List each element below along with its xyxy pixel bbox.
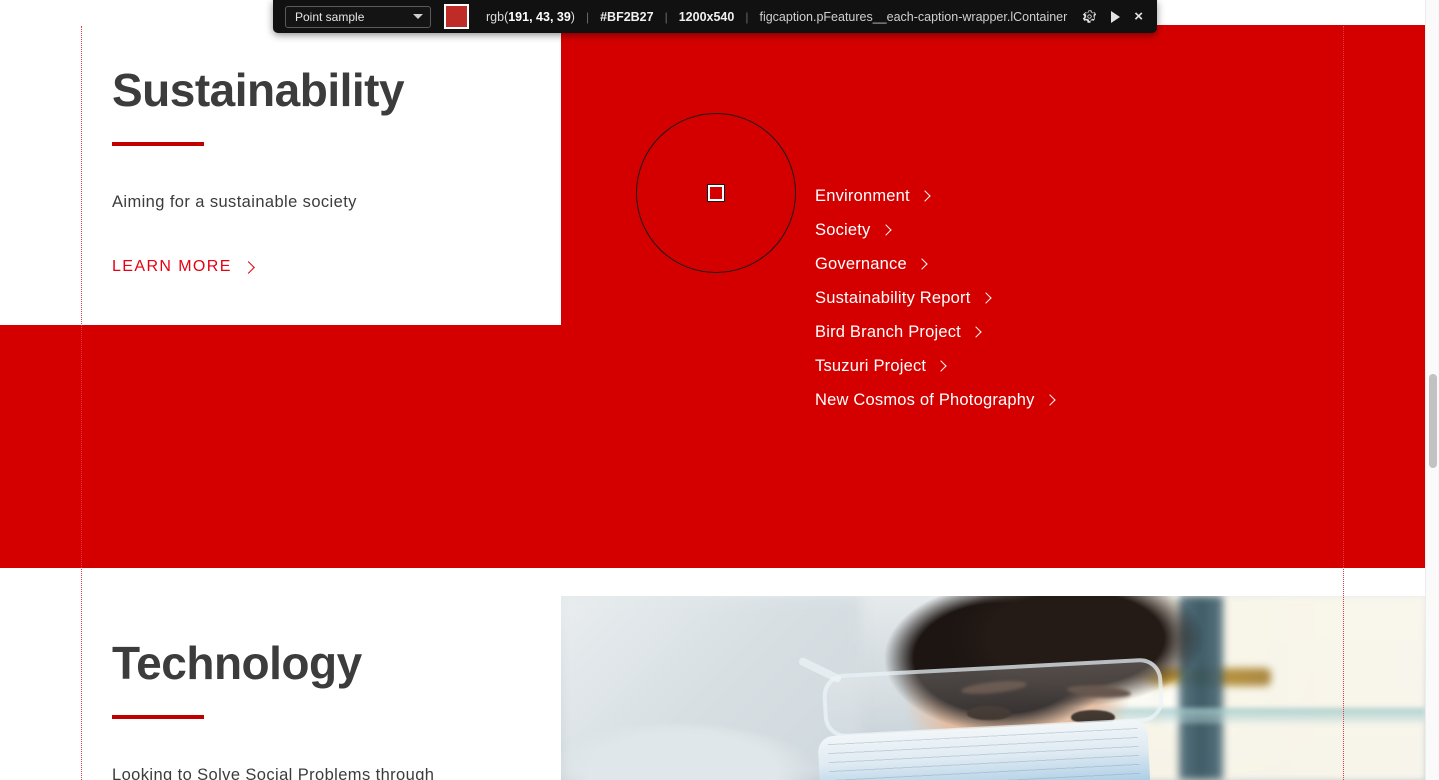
link-label: Society bbox=[815, 221, 871, 239]
scrollbar-thumb[interactable] bbox=[1429, 374, 1437, 468]
screenshot-root: Sustainability Aiming for a sustainable … bbox=[0, 0, 1439, 780]
list-item: Tsuzuri Project bbox=[815, 355, 1054, 377]
sample-mode-dropdown[interactable]: Point sample bbox=[285, 5, 431, 28]
rgb-numbers: 191, 43, 39 bbox=[508, 9, 571, 24]
title-underline-rule bbox=[112, 714, 204, 719]
eyedropper-magnifier-cursor bbox=[636, 113, 796, 273]
chevron-right-icon bbox=[919, 190, 931, 202]
list-item: Environment bbox=[815, 185, 1054, 207]
sustainability-lead-text: Aiming for a sustainable society bbox=[112, 192, 357, 211]
hex-value-readout[interactable]: #BF2B27 bbox=[600, 10, 654, 24]
link-label: Governance bbox=[815, 255, 907, 273]
sustainability-link-list: Environment Society Governance Sustainab… bbox=[815, 185, 1056, 423]
technology-section: Technology Looking to Solve Social Probl… bbox=[0, 568, 1425, 780]
sidebar-link-tsuzuri-project[interactable]: Tsuzuri Project bbox=[815, 355, 947, 377]
chevron-right-icon bbox=[979, 292, 992, 304]
sidebar-link-governance[interactable]: Governance bbox=[815, 253, 928, 275]
play-icon[interactable] bbox=[1111, 10, 1121, 23]
separator: | bbox=[585, 9, 590, 24]
sustainability-section: Sustainability Aiming for a sustainable … bbox=[0, 25, 1425, 568]
page-scrollbar[interactable] bbox=[1425, 0, 1439, 780]
separator: | bbox=[745, 9, 749, 24]
toolbar-actions: × bbox=[1082, 9, 1147, 24]
chevron-right-icon bbox=[935, 360, 947, 372]
chevron-right-icon bbox=[879, 224, 892, 236]
sidebar-link-sustainability-report[interactable]: Sustainability Report bbox=[815, 287, 992, 309]
list-item: New Cosmos of Photography bbox=[815, 389, 1056, 411]
title-underline-rule bbox=[112, 141, 204, 146]
gear-icon[interactable] bbox=[1082, 9, 1097, 24]
element-selector-readout: figcaption.pFeatures__each-caption-wrapp… bbox=[759, 9, 1068, 24]
browser-viewport: Sustainability Aiming for a sustainable … bbox=[0, 0, 1425, 780]
color-sample-point bbox=[707, 184, 725, 202]
sidebar-link-new-cosmos-of-photography[interactable]: New Cosmos of Photography bbox=[815, 389, 1056, 411]
link-label: Tsuzuri Project bbox=[815, 357, 927, 375]
rgb-value-readout[interactable]: rgb(191, 43, 39) bbox=[486, 10, 575, 24]
technology-lead-text: Looking to Solve Social Problems through bbox=[112, 765, 435, 780]
chevron-right-icon bbox=[970, 326, 982, 338]
technology-hero-image bbox=[561, 596, 1425, 780]
list-item: Society bbox=[815, 219, 1054, 241]
sustainability-caption-card: Sustainability Aiming for a sustainable … bbox=[0, 25, 561, 325]
technology-card-inner: Technology Looking to Solve Social Probl… bbox=[112, 638, 542, 780]
chevron-right-icon bbox=[916, 258, 928, 270]
sidebar-link-society[interactable]: Society bbox=[815, 219, 892, 241]
link-label: New Cosmos of Photography bbox=[815, 391, 1035, 409]
list-item: Governance bbox=[815, 253, 1054, 275]
chevron-down-icon bbox=[413, 14, 423, 19]
sustainability-card-inner: Sustainability Aiming for a sustainable … bbox=[112, 65, 542, 276]
color-picker-toolbar: Point sample rgb(191, 43, 39) | #BF2B27 … bbox=[273, 0, 1157, 33]
sidebar-link-bird-branch-project[interactable]: Bird Branch Project bbox=[815, 321, 982, 343]
sample-mode-label: Point sample bbox=[295, 9, 365, 24]
element-dimensions-readout: 1200x540 bbox=[678, 9, 735, 24]
list-item: Bird Branch Project bbox=[815, 321, 1054, 343]
color-swatch[interactable] bbox=[444, 4, 469, 29]
list-item: Sustainability Report bbox=[815, 287, 1054, 309]
learn-more-label: LEARN MORE bbox=[112, 258, 232, 276]
page-title-sustainability: Sustainability bbox=[112, 64, 405, 116]
link-label: Sustainability Report bbox=[815, 289, 971, 307]
link-label: Bird Branch Project bbox=[815, 323, 961, 341]
page-title-technology: Technology bbox=[112, 637, 362, 689]
separator: | bbox=[664, 9, 668, 24]
link-label: Environment bbox=[815, 187, 910, 205]
close-icon[interactable]: × bbox=[1134, 9, 1143, 24]
learn-more-link-sustainability[interactable]: LEARN MORE bbox=[112, 258, 255, 276]
chevron-right-icon bbox=[1043, 394, 1056, 406]
sidebar-link-environment[interactable]: Environment bbox=[815, 185, 931, 207]
chevron-right-icon bbox=[241, 260, 255, 274]
